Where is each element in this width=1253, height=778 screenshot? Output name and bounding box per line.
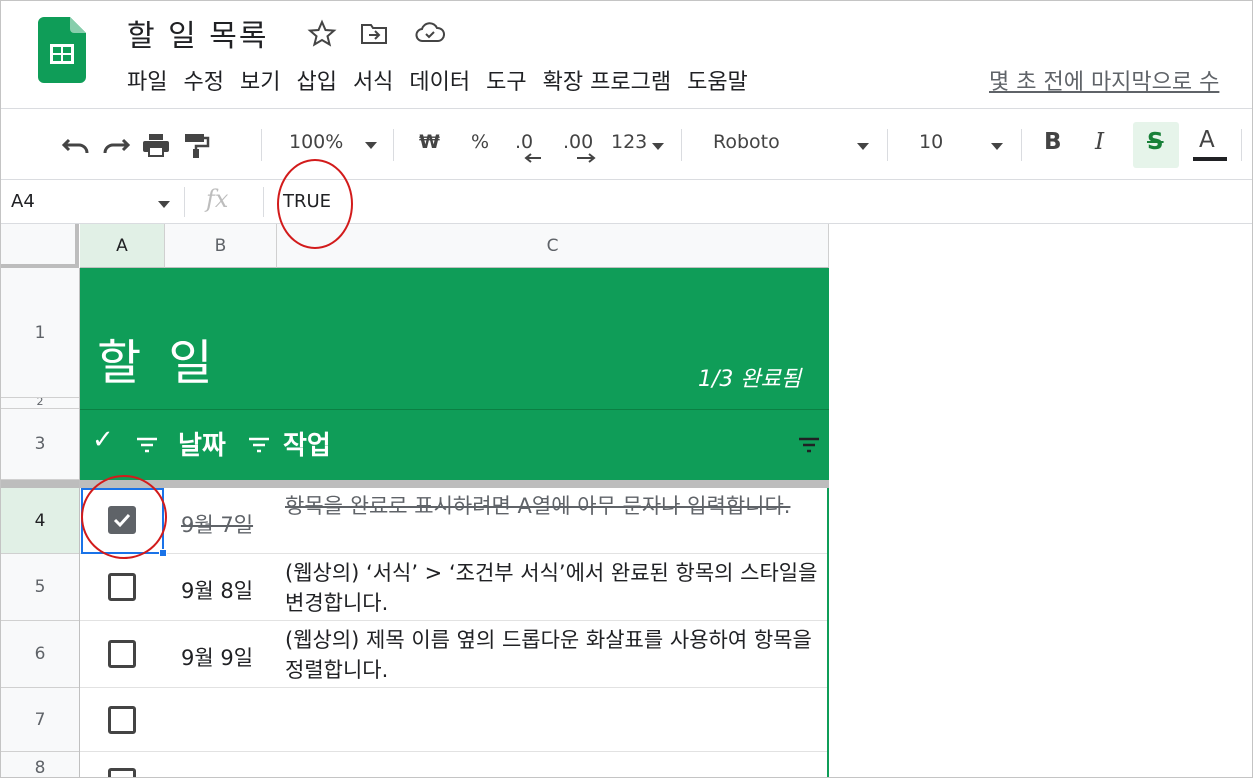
print-icon	[143, 134, 169, 157]
italic-button[interactable]: I	[1095, 129, 1104, 155]
toolbar-separator	[393, 129, 394, 161]
last-edit-link[interactable]: 몇 초 전에 마지막으로 수	[989, 67, 1219, 99]
fx-icon: fx	[206, 185, 229, 213]
task-date[interactable]: 9월 8일	[181, 575, 253, 605]
row-header-6[interactable]: 6	[1, 621, 79, 688]
font-size-select[interactable]: 10	[919, 131, 943, 153]
menu-item-format[interactable]: 서식	[345, 67, 401, 99]
font-family-dropdown-icon[interactable]	[857, 143, 869, 150]
annotation-circle	[81, 475, 167, 559]
menu-item-file[interactable]: 파일	[119, 67, 175, 99]
row-header-7[interactable]: 7	[1, 688, 79, 752]
redo-button[interactable]	[96, 125, 136, 165]
task-text[interactable]: (웹상의) ‘서식’ > ‘조건부 서식’에서 완료된 항목의 스타일을 변경합…	[285, 558, 825, 618]
more-formats-button[interactable]: 123	[611, 131, 647, 153]
paint-format-button[interactable]	[176, 125, 216, 165]
annotation-circle	[277, 159, 353, 249]
row-header-3[interactable]: 3	[1, 409, 79, 480]
column-header-c[interactable]: C	[277, 224, 829, 268]
more-formats-dropdown-icon[interactable]	[652, 143, 664, 150]
arrow-right-icon	[577, 153, 596, 163]
row-header-8[interactable]: 8	[1, 752, 79, 777]
toolbar-separator	[681, 129, 682, 161]
table-right-border	[827, 488, 829, 777]
formula-separator	[263, 187, 264, 217]
menu-item-edit[interactable]: 수정	[175, 67, 231, 99]
task-date[interactable]: 9월 9일	[181, 642, 253, 672]
redo-icon	[103, 138, 131, 154]
header-task-label[interactable]: 작업	[283, 425, 331, 462]
undo-button[interactable]	[56, 125, 96, 165]
fill-handle[interactable]	[159, 549, 167, 557]
task-text[interactable]: 항목을 완료로 표시하려면 A열에 아무 문자나 입력합니다.	[285, 491, 825, 521]
task-checkbox[interactable]	[108, 640, 136, 668]
print-button[interactable]	[136, 125, 176, 165]
todo-title[interactable]: 할 일	[97, 323, 219, 393]
decrease-decimal-button[interactable]: .0	[515, 131, 533, 153]
menu-bar: 파일 수정 보기 삽입 서식 데이터 도구 확장 프로그램 도움말	[119, 67, 756, 99]
toolbar-separator	[887, 129, 888, 161]
header-divider	[1, 108, 1252, 109]
header-check-label[interactable]: ✓	[92, 425, 114, 455]
table-row	[80, 688, 829, 752]
window: 할 일 목록 파일 수정 보기 삽입 서식 데이터 도구 확장 프로그램 도움말…	[0, 0, 1253, 778]
zoom-select[interactable]: 100%	[289, 131, 343, 153]
menu-item-insert[interactable]: 삽입	[288, 67, 344, 99]
name-box-dropdown-icon[interactable]	[158, 201, 170, 208]
document-title[interactable]: 할 일 목록	[127, 11, 268, 55]
cloud-saved-icon[interactable]	[415, 19, 445, 47]
menu-item-view[interactable]: 보기	[232, 67, 288, 99]
formula-separator	[184, 187, 185, 217]
toolbar-separator	[1021, 129, 1022, 161]
toolbar-separator	[261, 129, 262, 161]
bold-button[interactable]: B	[1044, 129, 1062, 155]
header-date-label[interactable]: 날짜	[178, 425, 226, 462]
font-family-select[interactable]: Roboto	[713, 131, 780, 153]
task-checkbox[interactable]	[108, 768, 136, 777]
move-to-folder-icon[interactable]	[359, 19, 389, 47]
task-text[interactable]: (웹상의) 제목 이름 옆의 드롭다운 화살표를 사용하여 항목을 정렬합니다.	[285, 625, 825, 685]
undo-icon	[61, 138, 89, 154]
toolbar-divider	[1, 179, 1252, 180]
task-date[interactable]: 9월 7일	[181, 509, 253, 539]
zoom-dropdown-icon[interactable]	[365, 142, 377, 149]
toolbar-separator	[1241, 129, 1242, 161]
menu-item-help[interactable]: 도움말	[679, 67, 756, 99]
strikethrough-button[interactable]: S	[1147, 129, 1164, 155]
select-all-corner[interactable]	[1, 224, 79, 268]
star-icon[interactable]	[307, 19, 337, 47]
text-color-swatch	[1193, 157, 1227, 161]
progress-label[interactable]: 1/3 완료됨	[698, 361, 801, 393]
row-header-4[interactable]: 4	[1, 488, 79, 554]
task-checkbox[interactable]	[108, 573, 136, 601]
menu-item-extensions[interactable]: 확장 프로그램	[535, 67, 679, 99]
row-header-2[interactable]: 2	[1, 398, 79, 409]
menu-item-tools[interactable]: 도구	[478, 67, 534, 99]
percent-format-button[interactable]: %	[471, 131, 489, 153]
font-size-dropdown-icon[interactable]	[991, 143, 1003, 150]
menu-item-data[interactable]: 데이터	[401, 67, 478, 99]
task-checkbox[interactable]	[108, 706, 136, 734]
filter-icon[interactable]	[136, 437, 158, 453]
currency-format-button[interactable]: ₩	[419, 131, 440, 153]
increase-decimal-button[interactable]: .00	[563, 131, 593, 153]
sheets-logo-icon[interactable]	[38, 17, 86, 83]
column-header-b[interactable]: B	[165, 224, 277, 268]
paint-format-icon	[185, 134, 210, 158]
name-box[interactable]: A4	[11, 191, 35, 212]
toolbar-history-group	[56, 121, 216, 169]
column-header-a[interactable]: A	[80, 224, 165, 268]
arrow-left-icon	[524, 153, 541, 163]
row-header-1[interactable]: 1	[1, 268, 79, 398]
filter-icon[interactable]	[248, 437, 270, 453]
filter-icon[interactable]	[798, 437, 820, 453]
text-color-button[interactable]: A	[1199, 127, 1215, 153]
row-header-5[interactable]: 5	[1, 554, 79, 621]
